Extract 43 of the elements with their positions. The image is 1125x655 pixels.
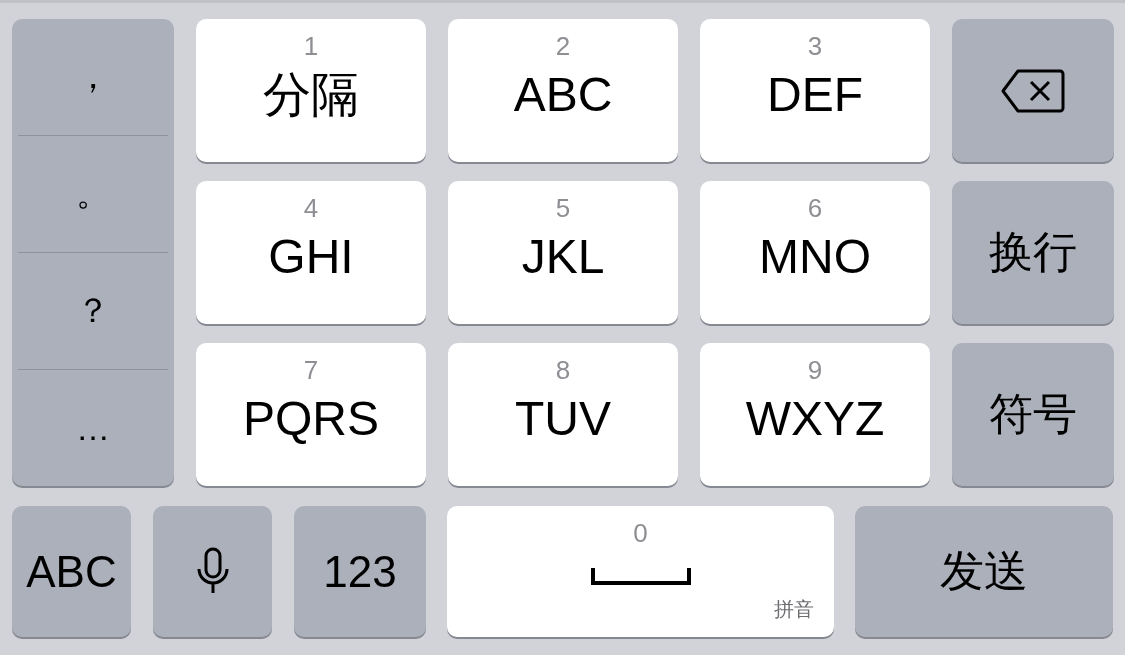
key-label: MNO — [759, 229, 871, 285]
microphone-button[interactable] — [153, 506, 272, 637]
digit-label: 5 — [555, 193, 571, 223]
digit-label: 4 — [303, 193, 319, 223]
key-label: PQRS — [243, 391, 379, 447]
digit-label: 7 — [303, 355, 319, 385]
punctuation-key[interactable]: … — [12, 370, 174, 486]
key-label: JKL — [521, 229, 605, 285]
digit-label: 1 — [303, 31, 319, 61]
letter-key[interactable]: 6 MNO — [700, 181, 930, 324]
digit-label: 3 — [807, 31, 823, 61]
letter-key[interactable]: 4 GHI — [196, 181, 426, 324]
digit-label: 6 — [807, 193, 823, 223]
keyboard-key[interactable]: ABC — [12, 506, 131, 637]
function-key[interactable]: 符号 — [952, 343, 1114, 486]
digit-label: 8 — [555, 355, 571, 385]
digit-label: 9 — [807, 355, 823, 385]
key-label: DEF — [767, 67, 863, 123]
letter-key[interactable]: 8 TUV — [448, 343, 678, 486]
letter-key[interactable]: 2 ABC — [448, 19, 678, 162]
digit-label: 0 — [633, 518, 648, 548]
letter-key[interactable]: 7 PQRS — [196, 343, 426, 486]
punctuation-key[interactable]: ， — [12, 19, 174, 135]
punctuation-key[interactable]: ？ — [12, 253, 174, 369]
keyboard-key[interactable]: 发送 — [855, 506, 1113, 637]
space-bar[interactable]: 0 拼音 — [447, 506, 834, 637]
function-key[interactable]: 换行 — [952, 181, 1114, 324]
keyboard-key[interactable]: 123 — [294, 506, 426, 637]
delete-icon — [1000, 67, 1066, 114]
input-mode-label: 拼音 — [774, 597, 814, 622]
delete-button[interactable] — [952, 19, 1114, 162]
key-label: 分隔 — [263, 67, 359, 123]
letter-key[interactable]: 3 DEF — [700, 19, 930, 162]
punctuation-key[interactable]: 。 — [12, 136, 174, 252]
key-label: ABC — [513, 67, 613, 123]
key-label: GHI — [268, 229, 354, 285]
letter-key[interactable]: 1 分隔 — [196, 19, 426, 162]
digit-label: 2 — [555, 31, 571, 61]
letter-key[interactable]: 5 JKL — [448, 181, 678, 324]
letter-key[interactable]: 9 WXYZ — [700, 343, 930, 486]
space-icon — [590, 566, 691, 586]
key-label: TUV — [515, 391, 611, 447]
key-label: WXYZ — [745, 391, 885, 447]
